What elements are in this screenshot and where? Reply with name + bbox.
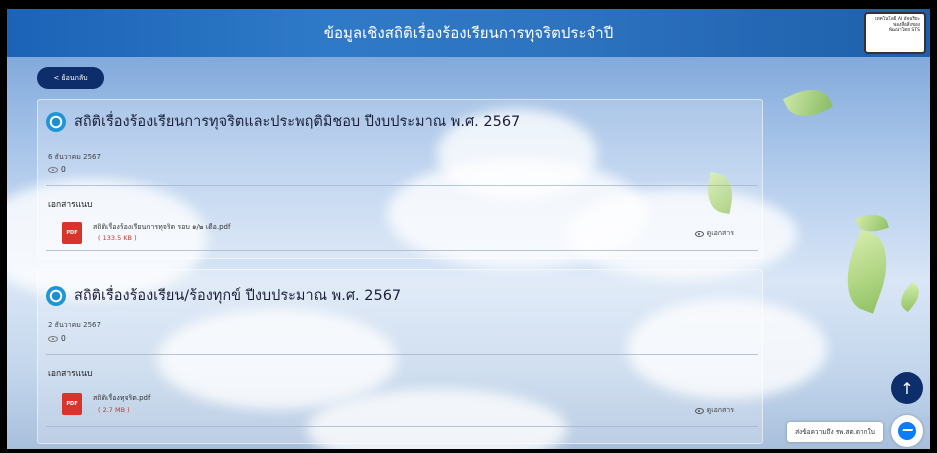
chart-ring-icon: [46, 111, 66, 132]
leaf-decoration: [783, 81, 833, 125]
messenger-button[interactable]: [891, 415, 923, 447]
stat-card: สถิติเรื่องร้องเรียนการทุจริตและประพฤติม…: [37, 99, 763, 259]
eye-icon: [694, 407, 704, 414]
divider: [46, 354, 758, 355]
card-date: 2 ธันวาคม 2567: [48, 321, 101, 329]
card-header: สถิติเรื่องร้องเรียนการทุจริตและประพฤติม…: [46, 110, 520, 133]
chat-label[interactable]: ส่งข้อความถึง รพ.สต.ตากใบ: [787, 422, 883, 442]
view-count-value: 0: [61, 334, 66, 343]
view-count: 0: [48, 165, 66, 174]
view-count-value: 0: [61, 165, 66, 174]
divider: [46, 250, 758, 251]
arrow-up-icon: ↑: [900, 378, 914, 398]
view-document-link[interactable]: ดูเอกสาร: [694, 228, 734, 239]
stat-card: สถิติเรื่องร้องเรียน/ร้องทุกข์ ปีงบประมา…: [37, 269, 763, 444]
view-count: 0: [48, 334, 66, 343]
file-size: ( 133.5 KB ): [98, 234, 137, 242]
card-title[interactable]: สถิติเรื่องร้องเรียน/ร้องทุกข์ ปีงบประมา…: [74, 284, 401, 307]
eye-icon: [48, 335, 58, 342]
card-title[interactable]: สถิติเรื่องร้องเรียนการทุจริตและประพฤติม…: [74, 110, 520, 133]
scroll-top-button[interactable]: ↑: [891, 372, 923, 404]
page-header: ข้อมูลเชิงสถิติเรื่องร้องเรียนการทุจริตป…: [7, 9, 930, 57]
view-document-link[interactable]: ดูเอกสาร: [694, 405, 734, 416]
chart-ring-icon: [46, 285, 66, 306]
page-frame: ข้อมูลเชิงสถิติเรื่องร้องเรียนการทุจริตป…: [7, 9, 930, 449]
page-title: ข้อมูลเชิงสถิติเรื่องร้องเรียนการทุจริตป…: [323, 24, 614, 42]
leaf-decoration: [835, 229, 899, 314]
badge-line: พัฒนาโดย STS: [888, 28, 920, 34]
eye-icon: [48, 166, 58, 173]
leaf-decoration: [895, 281, 925, 313]
pdf-file-icon: PDF: [62, 222, 82, 244]
file-size: ( 2.7 MB ): [98, 406, 130, 414]
divider: [46, 426, 758, 427]
divider: [46, 185, 758, 186]
eye-icon: [694, 230, 704, 237]
pdf-file-icon: PDF: [62, 393, 82, 415]
view-document-label: ดูเอกสาร: [706, 229, 734, 237]
ai-badge[interactable]: เทคโนโลยี AI อัจฉริยะ ฟองสื่อสิ่งของ พัฒ…: [864, 12, 926, 54]
view-document-label: ดูเอกสาร: [706, 406, 734, 414]
card-date: 6 ธันวาคม 2567: [48, 153, 101, 161]
file-name-link[interactable]: สถิติเรื่องร้องเรียนการทุจริต รอบ ๑/๒ เด…: [93, 222, 230, 233]
back-button[interactable]: < ย้อนกลับ: [37, 67, 104, 89]
file-name-link[interactable]: สถิติเรื่องทุจริต.pdf: [93, 393, 150, 404]
badge-line: เทคโนโลยี AI อัจฉริยะ: [875, 17, 920, 22]
messenger-icon: [898, 422, 916, 440]
attachments-label: เอกสารแนบ: [48, 200, 93, 210]
attachments-label: เอกสารแนบ: [48, 369, 93, 379]
card-header: สถิติเรื่องร้องเรียน/ร้องทุกข์ ปีงบประมา…: [46, 284, 401, 307]
